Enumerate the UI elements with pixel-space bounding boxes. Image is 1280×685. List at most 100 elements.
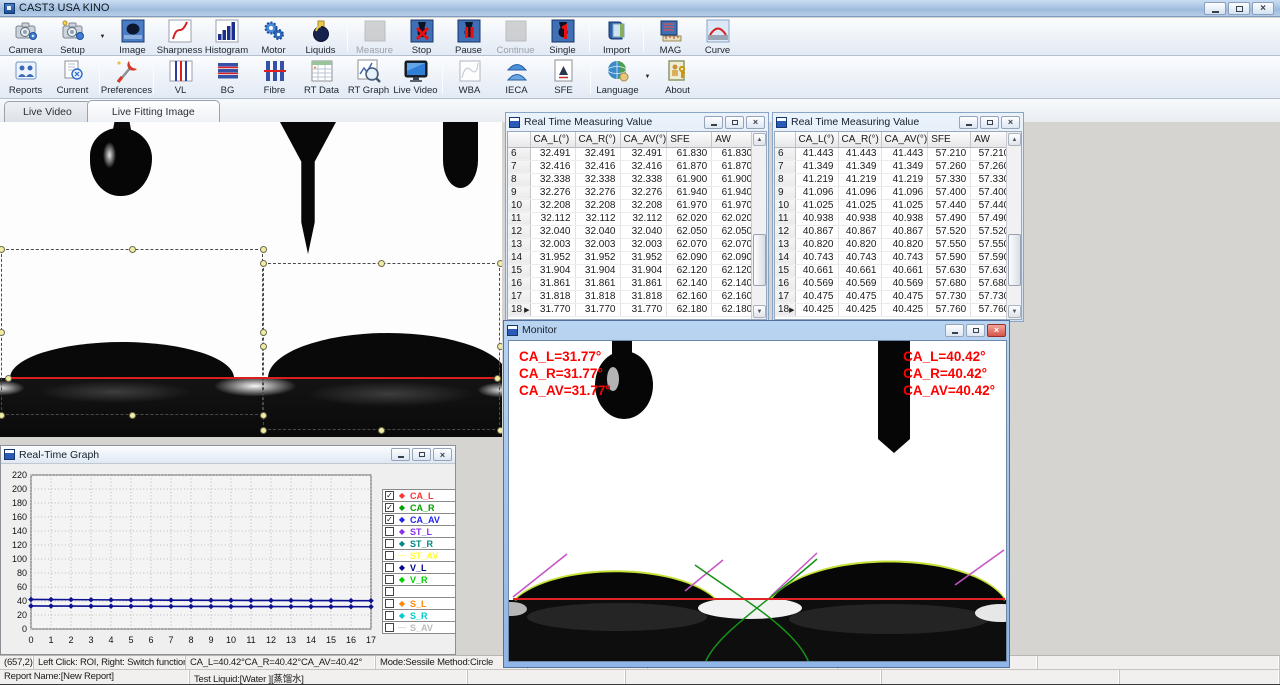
roi-handle[interactable] — [0, 329, 5, 336]
toolbar-button-sfe[interactable]: SFE — [540, 56, 587, 98]
meas1-close-button[interactable]: × — [746, 116, 765, 129]
table-row[interactable]: 1240.86740.86740.86757.52057.520 — [775, 225, 1014, 238]
table-row[interactable]: 1440.74340.74340.74357.59057.590 — [775, 251, 1014, 264]
column-header-ca-r-[interactable]: CA_R(°) — [575, 132, 620, 147]
toolbar-button-pause[interactable]: Pause — [445, 18, 492, 55]
roi-handle[interactable] — [260, 246, 267, 253]
table-row[interactable]: 1140.93840.93840.93857.49057.490 — [775, 212, 1014, 225]
roi-handle[interactable] — [5, 375, 12, 382]
row-number-cell[interactable]: 13 — [508, 238, 530, 251]
table-row[interactable]: 632.49132.49132.49161.83061.830 — [508, 147, 757, 160]
monitor-minimize-button[interactable] — [945, 324, 964, 337]
roi-handle[interactable] — [378, 427, 385, 434]
legend-checkbox[interactable] — [385, 599, 394, 608]
table-row[interactable]: 832.33832.33832.33861.90061.900 — [508, 173, 757, 186]
minimize-button[interactable] — [1204, 2, 1226, 15]
toolbar-button-curve[interactable]: Curve — [694, 18, 741, 55]
row-number-cell[interactable]: 15 — [775, 264, 795, 277]
table-row[interactable]: 1631.86131.86131.86162.14062.140 — [508, 277, 757, 290]
legend-checkbox[interactable] — [385, 575, 394, 584]
legend-checkbox[interactable] — [385, 539, 394, 548]
toolbar-button-image[interactable]: Image — [109, 18, 156, 55]
row-number-cell[interactable]: 9 — [508, 186, 530, 199]
scroll-down-icon[interactable]: ▼ — [753, 305, 766, 318]
row-number-cell[interactable]: 12 — [508, 225, 530, 238]
table-row[interactable]: 1531.90431.90431.90462.12062.120 — [508, 264, 757, 277]
row-number-cell[interactable]: 11 — [775, 212, 795, 225]
roi-handle[interactable] — [129, 412, 136, 419]
roi-handle[interactable] — [497, 260, 503, 267]
legend-checkbox[interactable]: ✓ — [385, 515, 394, 524]
toolbar-button-fibre[interactable]: Fibre — [251, 56, 298, 98]
scrollbar-thumb[interactable] — [1008, 234, 1021, 286]
toolbar-button-preferences[interactable]: Preferences — [103, 56, 150, 98]
row-number-cell[interactable]: 9 — [775, 186, 795, 199]
roi-handle[interactable] — [497, 343, 503, 350]
language-dropdown-arrow[interactable]: ▼ — [641, 56, 654, 98]
table-row[interactable]: 941.09641.09641.09657.40057.400 — [775, 186, 1014, 199]
row-number-cell[interactable]: 8 — [508, 173, 530, 186]
table-row[interactable]: 1540.66140.66140.66157.63057.630 — [775, 264, 1014, 277]
roi-handle[interactable] — [260, 427, 267, 434]
maximize-button[interactable] — [1228, 2, 1250, 15]
roi-rectangle-right[interactable] — [263, 263, 500, 430]
column-header-ca-l-[interactable]: CA_L(°) — [795, 132, 838, 147]
toolbar-button-ieca[interactable]: IECA — [493, 56, 540, 98]
table-row[interactable]: 1132.11232.11232.11262.02062.020 — [508, 212, 757, 225]
toolbar-button-bg[interactable]: BG — [204, 56, 251, 98]
column-header-sfe[interactable]: SFE — [667, 132, 712, 147]
meas1-maximize-button[interactable] — [725, 116, 744, 129]
graph-close-button[interactable]: × — [433, 448, 452, 461]
meas2-close-button[interactable]: × — [1001, 116, 1020, 129]
toolbar-button-wba[interactable]: WBA — [446, 56, 493, 98]
tab-live-video[interactable]: Live Video — [4, 101, 91, 122]
roi-handle[interactable] — [0, 412, 5, 419]
toolbar-button-language[interactable]: Language — [594, 56, 641, 98]
toolbar-button-stop[interactable]: Stop — [398, 18, 445, 55]
table-row[interactable]: 18▶40.42540.42540.42557.76057.760 — [775, 303, 1014, 316]
legend-checkbox[interactable] — [385, 587, 394, 596]
row-number-cell[interactable]: 14 — [775, 251, 795, 264]
legend-checkbox[interactable] — [385, 527, 394, 536]
row-number-cell[interactable]: 10 — [775, 199, 795, 212]
close-button[interactable]: × — [1252, 2, 1274, 15]
row-number-cell[interactable]: 6 — [508, 147, 530, 160]
column-header-ca-av-[interactable]: CA_AV(°) — [881, 132, 928, 147]
toolbar-button-histogram[interactable]: Histogram — [203, 18, 250, 55]
table-row[interactable]: 1431.95231.95231.95262.09062.090 — [508, 251, 757, 264]
toolbar-button-single[interactable]: Single — [539, 18, 586, 55]
roi-handle[interactable] — [0, 246, 5, 253]
monitor-maximize-button[interactable] — [966, 324, 985, 337]
table-row[interactable]: 641.44341.44341.44357.21057.210 — [775, 147, 1014, 160]
meas1-minimize-button[interactable] — [704, 116, 723, 129]
roi-handle[interactable] — [378, 260, 385, 267]
row-number-cell[interactable]: 13 — [775, 238, 795, 251]
roi-handle[interactable] — [260, 343, 267, 350]
toolbar-button-sharpness[interactable]: Sharpness — [156, 18, 203, 55]
roi-handle[interactable] — [260, 329, 267, 336]
toolbar-button-import[interactable]: Import — [593, 18, 640, 55]
legend-checkbox[interactable] — [385, 551, 394, 560]
roi-rectangle-left[interactable] — [1, 249, 263, 415]
roi-handle[interactable] — [497, 427, 503, 434]
table-row[interactable]: 1041.02541.02541.02557.44057.440 — [775, 199, 1014, 212]
roi-handle[interactable] — [129, 246, 136, 253]
toolbar-button-setup[interactable]: Setup — [49, 18, 96, 55]
row-number-cell[interactable]: 11 — [508, 212, 530, 225]
legend-checkbox[interactable] — [385, 623, 394, 632]
toolbar-button-vl[interactable]: VL — [157, 56, 204, 98]
table-scrollbar[interactable]: ▲▼ — [1006, 132, 1021, 319]
toolbar-button-about[interactable]: About — [654, 56, 701, 98]
table-row[interactable]: 1340.82040.82040.82057.55057.550 — [775, 238, 1014, 251]
table-row[interactable]: 1232.04032.04032.04062.05062.050 — [508, 225, 757, 238]
toolbar-button-rt-data[interactable]: RT Data — [298, 56, 345, 98]
row-number-cell[interactable]: 7 — [508, 160, 530, 173]
row-number-cell[interactable]: 8 — [775, 173, 795, 186]
row-number-cell[interactable]: 18▶ — [775, 303, 795, 316]
toolbar-button-mag[interactable]: MAG — [647, 18, 694, 55]
tab-live-fitting-image[interactable]: Live Fitting Image — [87, 100, 220, 122]
table-row[interactable]: 1740.47540.47540.47557.73057.730 — [775, 290, 1014, 303]
roi-handle[interactable] — [494, 375, 501, 382]
meas2-minimize-button[interactable] — [959, 116, 978, 129]
column-header-ca-r-[interactable]: CA_R(°) — [838, 132, 881, 147]
